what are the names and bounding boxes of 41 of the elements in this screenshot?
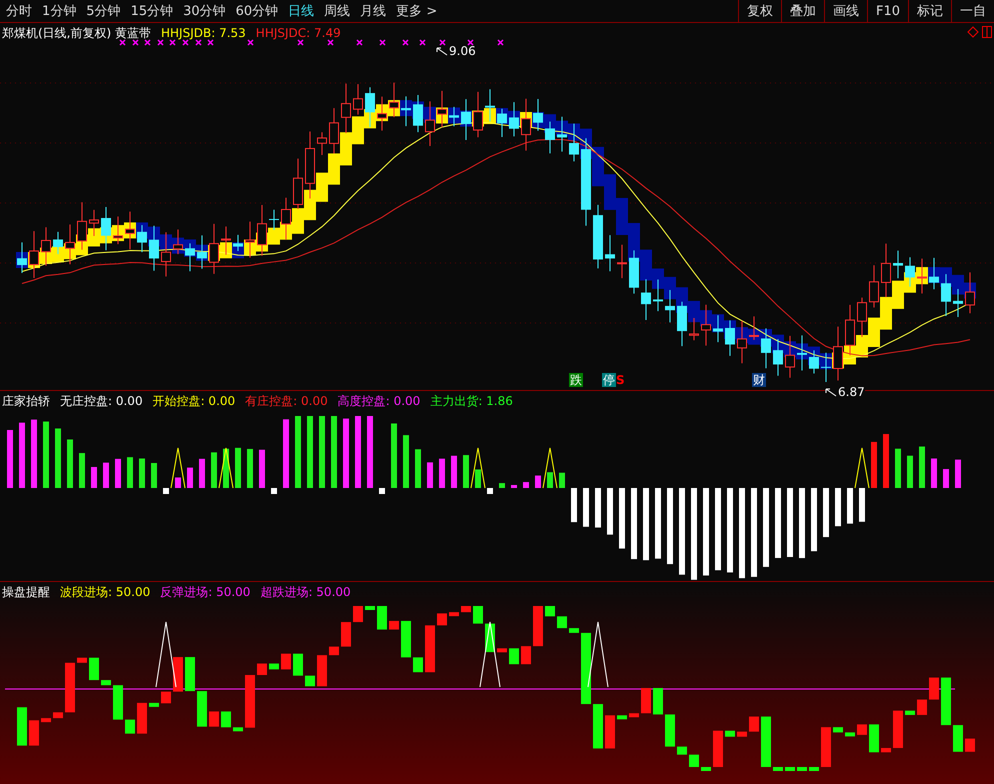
event-label: 停 xyxy=(602,373,616,387)
period-tab[interactable]: 日线 xyxy=(284,2,318,20)
indicator-value: HHJSJDC: 7.49 xyxy=(256,26,341,40)
triangle-signal xyxy=(542,448,558,488)
period-tab[interactable]: 30分钟 xyxy=(179,2,230,20)
panel-title: 操盘提醒 xyxy=(2,584,50,600)
period-tab[interactable]: 更多 > xyxy=(392,2,442,20)
panel-toggle-icon[interactable] xyxy=(982,26,992,38)
event-label: S xyxy=(615,373,626,387)
period-tab[interactable]: 月线 xyxy=(356,2,390,20)
triangle-signal xyxy=(170,448,186,488)
triangle-signal xyxy=(854,448,870,488)
indicator-value: 主力出货: 1.86 xyxy=(430,392,513,410)
low-price-label: 6.87 xyxy=(838,385,865,399)
indicator-value: 超跌进场: 50.00 xyxy=(260,584,351,600)
indicator-value: 反弹进场: 50.00 xyxy=(160,584,250,600)
panel-title: 庄家抬轿 xyxy=(2,392,50,410)
indicator-value: 波段进场: 50.00 xyxy=(60,584,150,600)
period-tab[interactable]: 15分钟 xyxy=(126,2,178,20)
triangle-signal xyxy=(480,622,500,688)
panel-title: 郑煤机(日线,前复权) 黄蓝带 xyxy=(2,24,151,42)
triangle-signal xyxy=(218,448,234,488)
triangle-signal xyxy=(588,622,608,688)
period-tab[interactable]: 60分钟 xyxy=(232,2,282,20)
leader-arrow-icon xyxy=(825,388,837,396)
period-tab[interactable]: 周线 xyxy=(320,2,354,20)
triangle-signal xyxy=(470,448,486,488)
event-label: 跌 xyxy=(569,373,583,387)
period-tab[interactable]: 1分钟 xyxy=(38,2,80,20)
high-price-label: 9.06 xyxy=(449,44,476,58)
indicator-value: 无庄控盘: 0.00 xyxy=(60,392,143,410)
indicator-value: 有庄控盘: 0.00 xyxy=(245,392,328,410)
indicator-value: HHJSJDB: 7.53 xyxy=(161,26,246,40)
leader-arrow-icon xyxy=(436,46,448,56)
period-tab[interactable]: 分时 xyxy=(2,2,36,20)
event-label: 财 xyxy=(752,373,766,387)
period-tab[interactable]: 5分钟 xyxy=(82,2,125,20)
diamond-icon[interactable] xyxy=(967,26,979,38)
triangle-signal xyxy=(156,622,176,688)
indicator-value: 高度控盘: 0.00 xyxy=(338,392,420,410)
indicator-value: 开始控盘: 0.00 xyxy=(152,392,236,410)
